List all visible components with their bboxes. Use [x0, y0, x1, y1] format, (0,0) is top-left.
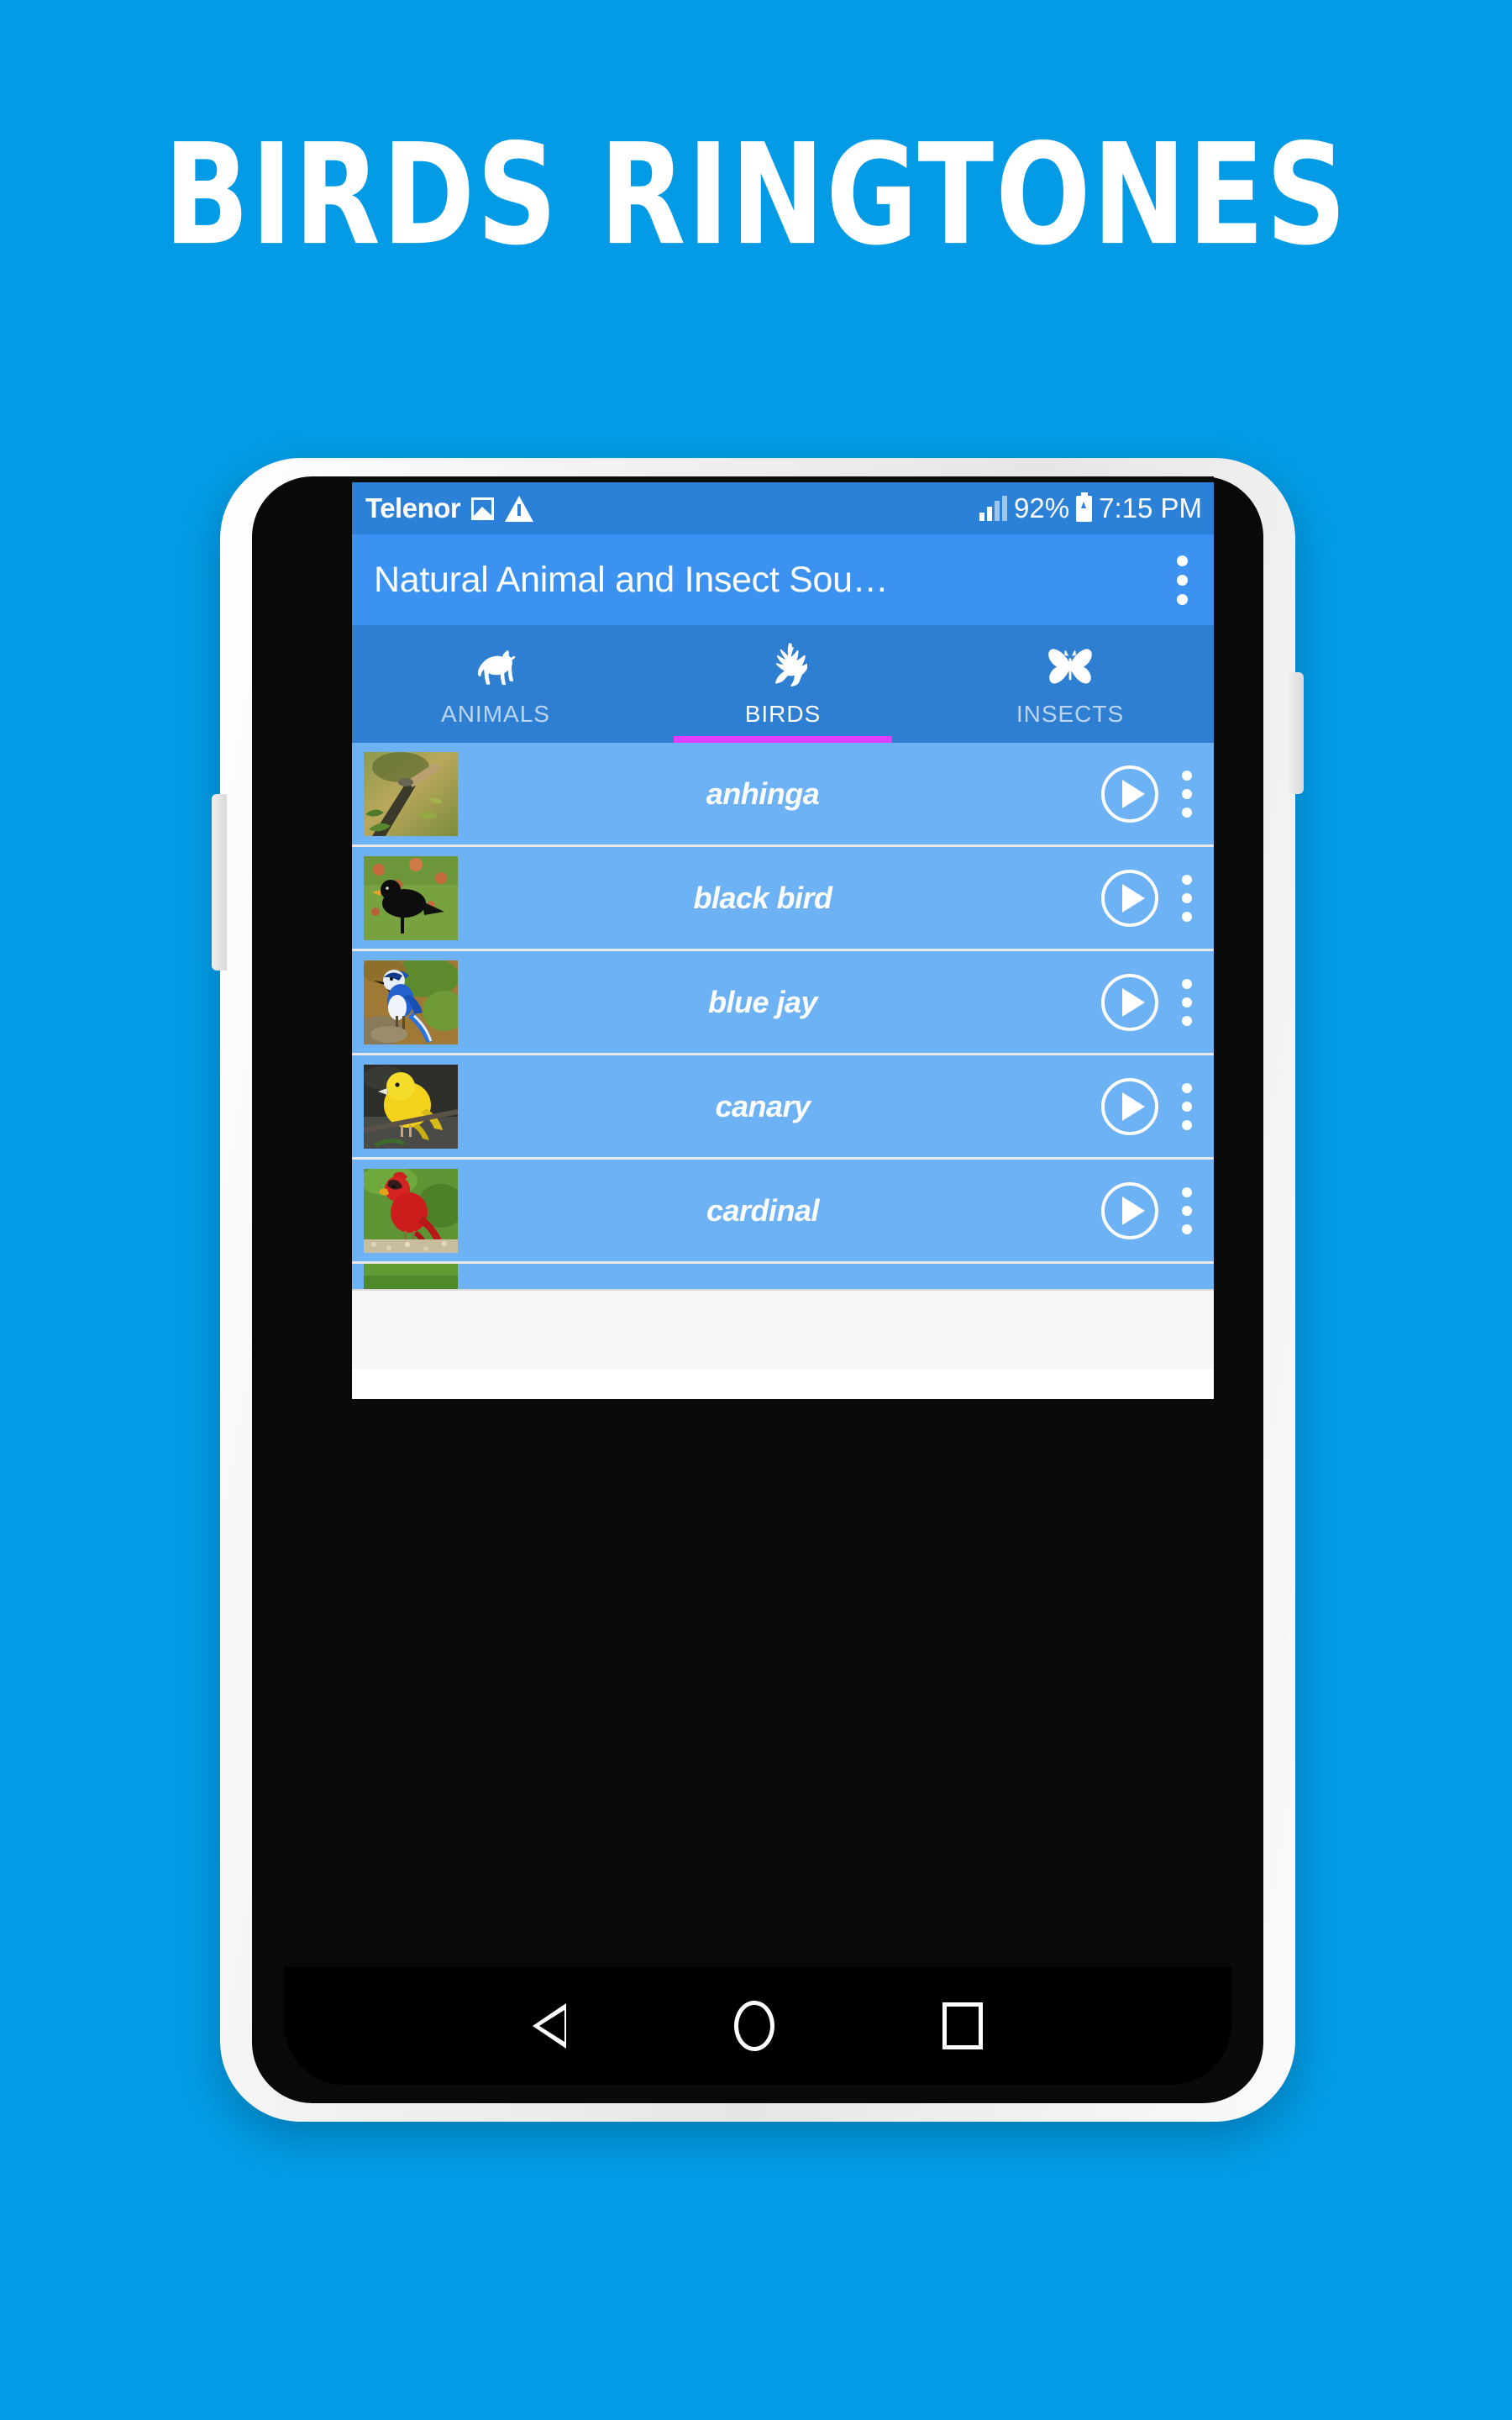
anhinga-thumbnail	[364, 751, 458, 836]
overflow-menu-icon[interactable]	[1170, 1076, 1204, 1137]
overflow-menu-icon[interactable]	[1170, 764, 1204, 824]
phone-screen: Telenor 92% 7:15 PM Natural Animal and I…	[352, 476, 1214, 1399]
tab-insects[interactable]: INSECTS	[927, 625, 1214, 743]
tab-birds[interactable]: BIRDS	[639, 625, 927, 743]
table-row[interactable]: cardinal	[352, 1160, 1214, 1264]
tab-birds-label: BIRDS	[744, 701, 822, 727]
overflow-menu-icon[interactable]	[1170, 868, 1204, 929]
tab-animals-label: ANIMALS	[441, 701, 550, 727]
tab-animals[interactable]: ANIMALS	[352, 625, 639, 743]
tab-bar: ANIMALS BIRDS INSECTS	[352, 625, 1214, 743]
app-title: Natural Animal and Insect Sou…	[374, 559, 889, 600]
play-icon[interactable]	[1101, 869, 1158, 927]
status-bar-left: Telenor	[365, 492, 979, 524]
black-bird-thumbnail	[364, 855, 458, 940]
list-item-label: black bird	[693, 880, 832, 915]
home-icon[interactable]	[734, 2001, 774, 2051]
list-item-label: anhinga	[706, 776, 820, 811]
table-row[interactable]: black bird	[352, 847, 1214, 951]
battery-percent-label: 92%	[1014, 492, 1070, 523]
back-icon[interactable]	[533, 2003, 566, 2049]
volume-button[interactable]	[212, 794, 227, 971]
overflow-menu-icon[interactable]	[1165, 550, 1199, 610]
overflow-menu-icon[interactable]	[1170, 972, 1204, 1033]
next-row-thumbnail	[364, 1264, 458, 1289]
list-item-label: canary	[715, 1088, 811, 1123]
list-item-label: cardinal	[706, 1192, 820, 1228]
play-icon[interactable]	[1101, 973, 1158, 1031]
carrier-label: Telenor	[365, 492, 461, 523]
phone-body: Telenor 92% 7:15 PM Natural Animal and I…	[252, 476, 1263, 2103]
play-icon[interactable]	[1101, 1077, 1158, 1135]
tab-insects-label: INSECTS	[1016, 701, 1125, 727]
power-button[interactable]	[1289, 672, 1304, 794]
bird-icon	[759, 640, 807, 689]
warning-icon	[505, 495, 534, 522]
battery-charging-icon	[1076, 495, 1093, 522]
status-bar-right: 92% 7:15 PM	[979, 492, 1202, 524]
overflow-menu-icon[interactable]	[1170, 1181, 1204, 1241]
clock-label: 7:15 PM	[1099, 492, 1202, 523]
butterfly-icon	[1047, 640, 1094, 689]
page-title: BIRDS RINGTONES	[164, 114, 1348, 277]
list-item-label: blue jay	[707, 984, 818, 1019]
tab-active-indicator	[674, 736, 892, 743]
app-bar: Natural Animal and Insect Sou…	[352, 534, 1214, 625]
cardinal-thumbnail	[364, 1168, 458, 1253]
screen-top-edge	[352, 476, 1214, 482]
dog-icon	[471, 640, 520, 689]
ad-banner[interactable]	[352, 1289, 1214, 1370]
play-icon[interactable]	[1101, 1181, 1158, 1239]
table-row[interactable]: canary	[352, 1055, 1214, 1160]
recents-icon[interactable]	[942, 2002, 983, 2049]
play-icon[interactable]	[1101, 765, 1158, 823]
table-row[interactable]: anhinga	[352, 743, 1214, 847]
signal-bars-icon	[979, 496, 1008, 521]
canary-thumbnail	[364, 1064, 458, 1149]
blue-jay-thumbnail	[364, 960, 458, 1044]
android-nav-bar	[284, 1967, 1231, 2085]
table-row[interactable]: blue jay	[352, 951, 1214, 1055]
image-icon	[471, 497, 495, 520]
phone-mockup: Telenor 92% 7:15 PM Natural Animal and I…	[212, 458, 1304, 2122]
table-row-partial[interactable]	[352, 1264, 1214, 1289]
status-bar: Telenor 92% 7:15 PM	[352, 482, 1214, 534]
ringtone-list: anhinga black bird blue jay canary cardi…	[352, 743, 1214, 1289]
